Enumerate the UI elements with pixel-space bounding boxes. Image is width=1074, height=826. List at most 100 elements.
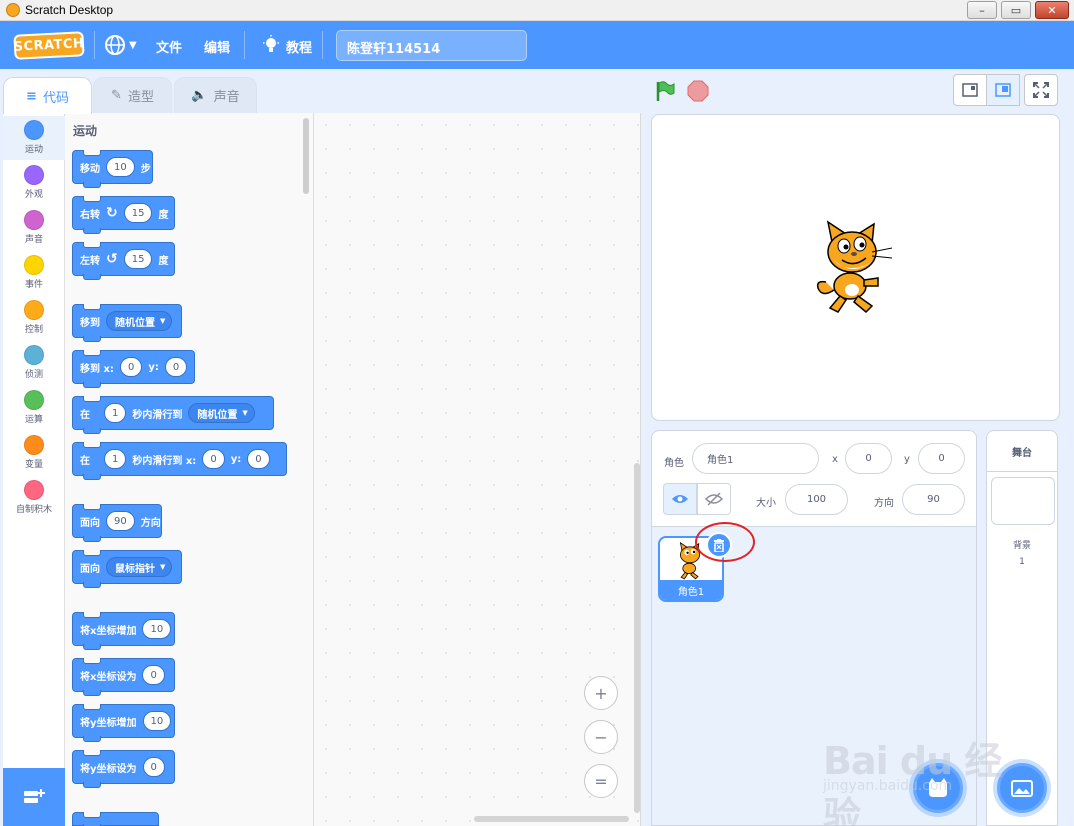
zoom-in-button[interactable]: + bbox=[584, 676, 618, 710]
scratch-logo[interactable]: SCRATCH bbox=[13, 31, 85, 60]
block-point-towards[interactable]: 面向 鼠标指针 ▼ bbox=[72, 550, 182, 588]
code-icon: ≡ bbox=[26, 88, 37, 104]
show-sprite-button[interactable] bbox=[663, 483, 697, 515]
stop-icon[interactable] bbox=[687, 80, 709, 102]
palette-scrollbar[interactable] bbox=[303, 118, 309, 194]
add-extension-button[interactable] bbox=[3, 768, 65, 826]
block-change-x[interactable]: 将x坐标增加 10 bbox=[72, 612, 175, 650]
choose-backdrop-button[interactable] bbox=[997, 763, 1047, 813]
block-input[interactable]: 15 bbox=[123, 249, 153, 269]
image-add-icon bbox=[1011, 780, 1033, 797]
category-control[interactable]: 控制 bbox=[3, 296, 65, 340]
block-text: 步 bbox=[140, 163, 151, 175]
block-set-y[interactable]: 将y坐标设为 0 bbox=[72, 750, 175, 788]
category-looks[interactable]: 外观 bbox=[3, 161, 65, 205]
block-change-y[interactable]: 将y坐标增加 10 bbox=[72, 704, 175, 742]
block-input[interactable]: 0 bbox=[247, 449, 270, 469]
extension-icon bbox=[24, 789, 45, 803]
block-dropdown[interactable]: 鼠标指针 ▼ bbox=[106, 557, 173, 577]
block-input[interactable]: 1 bbox=[104, 403, 127, 423]
chevron-down-icon[interactable]: ▼ bbox=[129, 40, 137, 51]
x-label: x bbox=[832, 454, 838, 465]
block-input[interactable]: 10 bbox=[142, 619, 172, 639]
block-goto[interactable]: 移到 随机位置 ▼ bbox=[72, 304, 182, 342]
block-move-steps[interactable]: 移动 10 步 bbox=[72, 150, 153, 188]
workspace-vertical-scrollbar[interactable] bbox=[634, 463, 640, 813]
workspace-horizontal-scrollbar[interactable] bbox=[474, 816, 629, 822]
fullscreen-button[interactable] bbox=[1024, 74, 1058, 106]
normal-stage-button[interactable] bbox=[986, 74, 1020, 106]
block-text: 方向 bbox=[140, 517, 161, 529]
category-dot bbox=[24, 390, 44, 410]
block-turn-left[interactable]: 左转 ↺ 15 度 bbox=[72, 242, 175, 280]
lightbulb-icon[interactable] bbox=[262, 35, 280, 55]
block-input[interactable]: 10 bbox=[106, 157, 135, 177]
block-goto-xy[interactable]: 移到 x: 0 y: 0 bbox=[72, 350, 195, 388]
block-turn-right[interactable]: 右转 ↻ 15 度 bbox=[72, 196, 175, 234]
size-label: 大小 bbox=[756, 498, 776, 509]
category-my-blocks[interactable]: 自制积木 bbox=[3, 476, 65, 520]
chevron-down-icon: ▼ bbox=[160, 317, 166, 325]
category-sensing[interactable]: 侦测 bbox=[3, 341, 65, 385]
category-motion[interactable]: 运动 bbox=[3, 116, 65, 160]
x-input[interactable]: 0 bbox=[845, 443, 892, 474]
block-input[interactable]: 0 bbox=[164, 357, 188, 377]
category-dot bbox=[24, 120, 44, 140]
small-stage-button[interactable] bbox=[953, 74, 987, 106]
block-input[interactable]: 10 bbox=[142, 711, 172, 731]
tab-costumes[interactable]: ✎ 造型 bbox=[93, 77, 172, 113]
block-dropdown[interactable]: 随机位置 ▼ bbox=[188, 403, 255, 423]
cat-add-icon bbox=[929, 778, 947, 797]
backdrop-count: 1 bbox=[1019, 557, 1025, 567]
tab-code[interactable]: ≡ 代码 bbox=[3, 77, 92, 114]
size-input[interactable]: 100 bbox=[785, 484, 848, 515]
block-input[interactable]: 0 bbox=[119, 357, 143, 377]
category-events[interactable]: 事件 bbox=[3, 251, 65, 295]
menu-tutorials[interactable]: 教程 bbox=[286, 37, 312, 56]
category-operators[interactable]: 运算 bbox=[3, 386, 65, 430]
hide-sprite-button[interactable] bbox=[697, 483, 731, 515]
category-variables[interactable]: 变量 bbox=[3, 431, 65, 475]
app-icon bbox=[6, 3, 20, 17]
small-stage-icon bbox=[962, 83, 978, 97]
zoom-out-button[interactable]: − bbox=[584, 720, 618, 754]
block-text: 度 bbox=[158, 209, 169, 221]
block-input[interactable]: 90 bbox=[106, 511, 135, 531]
category-label: 自制积木 bbox=[15, 505, 52, 515]
sprite-name-label: 角色 bbox=[664, 458, 684, 469]
green-flag-icon[interactable] bbox=[654, 80, 676, 102]
block-input[interactable]: 15 bbox=[123, 203, 153, 223]
minimize-button[interactable]: – bbox=[967, 1, 997, 19]
stage-canvas[interactable] bbox=[651, 114, 1060, 421]
block-glide[interactable]: 在 1 秒内滑行到 随机位置 ▼ bbox=[72, 396, 274, 434]
project-title-input[interactable]: 陈登轩114514 bbox=[336, 30, 527, 61]
block-input[interactable]: 0 bbox=[202, 449, 225, 469]
sprite-name-input[interactable]: 角色1 bbox=[692, 443, 819, 474]
block-point-direction[interactable]: 面向 90 方向 bbox=[72, 504, 162, 542]
maximize-button[interactable]: ▭ bbox=[1001, 1, 1031, 19]
block-partial[interactable] bbox=[72, 812, 159, 826]
tab-sounds[interactable]: 🔈 声音 bbox=[174, 77, 257, 113]
block-input[interactable]: 1 bbox=[104, 449, 127, 469]
close-button[interactable]: ✕ bbox=[1035, 1, 1069, 19]
category-label: 变量 bbox=[24, 460, 43, 470]
category-sound[interactable]: 声音 bbox=[3, 206, 65, 250]
zoom-reset-button[interactable]: = bbox=[584, 764, 618, 798]
script-workspace[interactable]: + − = bbox=[314, 113, 641, 826]
menu-file[interactable]: 文件 bbox=[156, 37, 182, 56]
block-dropdown[interactable]: 随机位置 ▼ bbox=[106, 311, 173, 331]
y-input[interactable]: 0 bbox=[918, 443, 965, 474]
category-label: 运动 bbox=[24, 145, 43, 155]
menu-edit[interactable]: 编辑 bbox=[204, 37, 230, 56]
globe-icon[interactable] bbox=[104, 34, 126, 56]
block-set-x[interactable]: 将x坐标设为 0 bbox=[72, 658, 175, 696]
block-text: 移到 x: bbox=[80, 363, 114, 375]
choose-sprite-button[interactable] bbox=[913, 763, 963, 813]
category-label: 运算 bbox=[24, 415, 43, 425]
block-glide-xy[interactable]: 在 1 秒内滑行到 x: 0 y: 0 bbox=[72, 442, 287, 480]
cat-sprite[interactable] bbox=[812, 220, 897, 315]
stage-thumbnail[interactable] bbox=[991, 477, 1055, 525]
block-input[interactable]: 0 bbox=[142, 665, 165, 685]
direction-input[interactable]: 90 bbox=[902, 484, 965, 515]
block-input[interactable]: 0 bbox=[142, 757, 165, 777]
